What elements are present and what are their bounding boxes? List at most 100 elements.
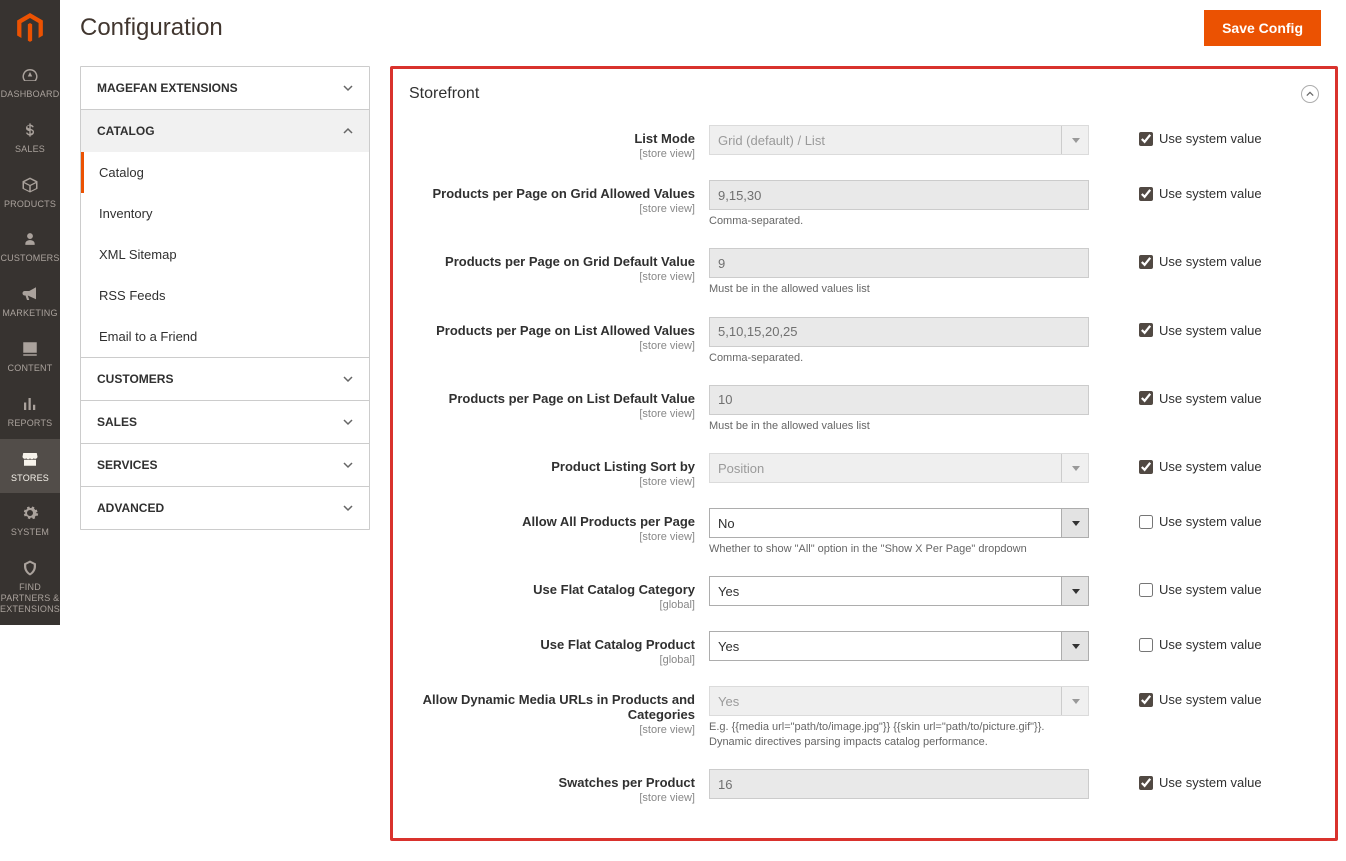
- field-select-sort-by: Position: [709, 453, 1089, 483]
- use-system-checkbox-list-default[interactable]: [1139, 391, 1153, 405]
- person-icon: [23, 229, 37, 249]
- collapse-icon[interactable]: [1301, 85, 1319, 103]
- use-system-label[interactable]: Use system value: [1159, 323, 1262, 338]
- field-note: Whether to show "All" option in the "Sho…: [709, 542, 1089, 556]
- field-scope: [store view]: [409, 148, 695, 160]
- menu-products[interactable]: PRODUCTS: [0, 165, 60, 220]
- fieldset-header[interactable]: Storefront: [399, 79, 1329, 121]
- chevron-down-icon: [343, 460, 353, 470]
- field-row-flat-category: Use Flat Catalog Category [global] Yes Use …: [399, 572, 1329, 615]
- use-system-label[interactable]: Use system value: [1159, 692, 1262, 707]
- field-row-flat-product: Use Flat Catalog Product[global]YesUse s…: [399, 627, 1329, 670]
- field-label: Products per Page on Grid Default Value: [445, 254, 695, 269]
- field-input-list-default: [709, 385, 1089, 415]
- chevron-down-icon: [343, 503, 353, 513]
- field-scope: [store view]: [409, 203, 695, 215]
- field-row-swatches: Swatches per Product [store view] Use syst…: [399, 765, 1329, 808]
- field-input-grid-default: [709, 248, 1089, 278]
- use-system-label[interactable]: Use system value: [1159, 186, 1262, 201]
- use-system-checkbox-grid-allowed[interactable]: [1139, 187, 1153, 201]
- config-subitem-email-to-a-friend[interactable]: Email to a Friend: [81, 316, 369, 357]
- field-input-grid-allowed: [709, 180, 1089, 210]
- use-system-label[interactable]: Use system value: [1159, 775, 1262, 790]
- use-system-checkbox-grid-default[interactable]: [1139, 255, 1153, 269]
- layers-icon: [21, 339, 39, 359]
- field-scope: [store view]: [409, 340, 695, 352]
- gauge-icon: [21, 65, 39, 85]
- chevron-down-icon: [343, 417, 353, 427]
- menu-customers[interactable]: CUSTOMERS: [0, 219, 60, 274]
- config-nav: MAGEFAN EXTENSIONSCATALOGCatalogInventor…: [80, 66, 370, 530]
- menu-partners[interactable]: FIND PARTNERS & EXTENSIONS: [0, 548, 60, 624]
- config-section-services[interactable]: SERVICES: [81, 444, 369, 486]
- field-scope: [global]: [409, 599, 695, 611]
- config-section-catalog[interactable]: CATALOG: [81, 110, 369, 152]
- use-system-checkbox-list-allowed[interactable]: [1139, 323, 1153, 337]
- field-label: Products per Page on List Default Value: [449, 391, 695, 406]
- config-subitem-rss-feeds[interactable]: RSS Feeds: [81, 275, 369, 316]
- field-label: Use Flat Catalog Category: [533, 582, 695, 597]
- field-select-flat-product[interactable]: Yes: [709, 631, 1089, 661]
- field-note: Must be in the allowed values list: [709, 419, 1089, 433]
- field-label: Products per Page on Grid Allowed Values: [433, 186, 695, 201]
- menu-dashboard[interactable]: DASHBOARD: [0, 55, 60, 110]
- menu-marketing[interactable]: MARKETING: [0, 274, 60, 329]
- config-section-sales[interactable]: SALES: [81, 401, 369, 443]
- menu-stores[interactable]: STORES: [0, 439, 60, 494]
- config-subitem-inventory[interactable]: Inventory: [81, 193, 369, 234]
- field-row-list-default: Products per Page on List Default Value […: [399, 381, 1329, 437]
- use-system-label[interactable]: Use system value: [1159, 391, 1262, 406]
- field-select-dynamic-media: Yes: [709, 686, 1089, 716]
- config-form: Storefront List Mode [store view] Grid (de…: [390, 66, 1338, 841]
- config-section-advanced[interactable]: ADVANCED: [81, 487, 369, 529]
- field-row-grid-default: Products per Page on Grid Default Value[…: [399, 244, 1329, 300]
- use-system-checkbox-flat-category[interactable]: [1139, 583, 1153, 597]
- use-system-label[interactable]: Use system value: [1159, 514, 1262, 529]
- use-system-checkbox-list-mode[interactable]: [1139, 132, 1153, 146]
- field-scope: [store view]: [409, 724, 695, 736]
- config-subitem-catalog[interactable]: Catalog: [81, 152, 369, 193]
- field-row-list-mode: List Mode [store view] Grid (default) / Li…: [399, 121, 1329, 164]
- field-note: E.g. {{media url="path/to/image.jpg"}} {…: [709, 720, 1089, 749]
- chart-icon: [21, 394, 39, 414]
- page-title: Configuration: [80, 14, 223, 42]
- field-select-flat-category[interactable]: Yes: [709, 576, 1089, 606]
- field-input-list-allowed: [709, 317, 1089, 347]
- menu-content[interactable]: CONTENT: [0, 329, 60, 384]
- fields-container: List Mode [store view] Grid (default) / Li…: [399, 121, 1329, 808]
- save-config-button[interactable]: Save Config: [1204, 10, 1321, 46]
- field-input-swatches: [709, 769, 1089, 799]
- chevron-down-icon: [343, 83, 353, 93]
- use-system-checkbox-sort-by[interactable]: [1139, 460, 1153, 474]
- use-system-label[interactable]: Use system value: [1159, 131, 1262, 146]
- field-scope: [store view]: [409, 408, 695, 420]
- use-system-checkbox-allow-all[interactable]: [1139, 515, 1153, 529]
- use-system-checkbox-dynamic-media[interactable]: [1139, 693, 1153, 707]
- field-select-allow-all[interactable]: No: [709, 508, 1089, 538]
- field-label: Swatches per Product: [558, 775, 695, 790]
- box-icon: [21, 175, 39, 195]
- field-scope: [store view]: [409, 476, 695, 488]
- use-system-checkbox-flat-product[interactable]: [1139, 638, 1153, 652]
- config-section-magefan-extensions[interactable]: MAGEFAN EXTENSIONS: [81, 67, 369, 109]
- chevron-down-icon: [343, 374, 353, 384]
- field-row-dynamic-media: Allow Dynamic Media URLs in Products and…: [399, 682, 1329, 753]
- use-system-label[interactable]: Use system value: [1159, 582, 1262, 597]
- menu-sales[interactable]: SALES: [0, 110, 60, 165]
- magento-logo[interactable]: [0, 0, 60, 55]
- page-header: Configuration Save Config: [60, 0, 1346, 56]
- use-system-checkbox-swatches[interactable]: [1139, 776, 1153, 790]
- config-section-customers[interactable]: CUSTOMERS: [81, 358, 369, 400]
- field-scope: [store view]: [409, 792, 695, 804]
- use-system-label[interactable]: Use system value: [1159, 459, 1262, 474]
- field-label: List Mode: [634, 131, 695, 146]
- use-system-label[interactable]: Use system value: [1159, 254, 1262, 269]
- config-subitem-xml-sitemap[interactable]: XML Sitemap: [81, 234, 369, 275]
- field-label: Product Listing Sort by: [551, 459, 695, 474]
- menu-system[interactable]: SYSTEM: [0, 493, 60, 548]
- field-select-list-mode: Grid (default) / List: [709, 125, 1089, 155]
- use-system-label[interactable]: Use system value: [1159, 637, 1262, 652]
- admin-sidebar: DASHBOARD SALES PRODUCTS CUSTOMERS MARKE…: [0, 0, 60, 625]
- field-note: Comma-separated.: [709, 214, 1089, 228]
- menu-reports[interactable]: REPORTS: [0, 384, 60, 439]
